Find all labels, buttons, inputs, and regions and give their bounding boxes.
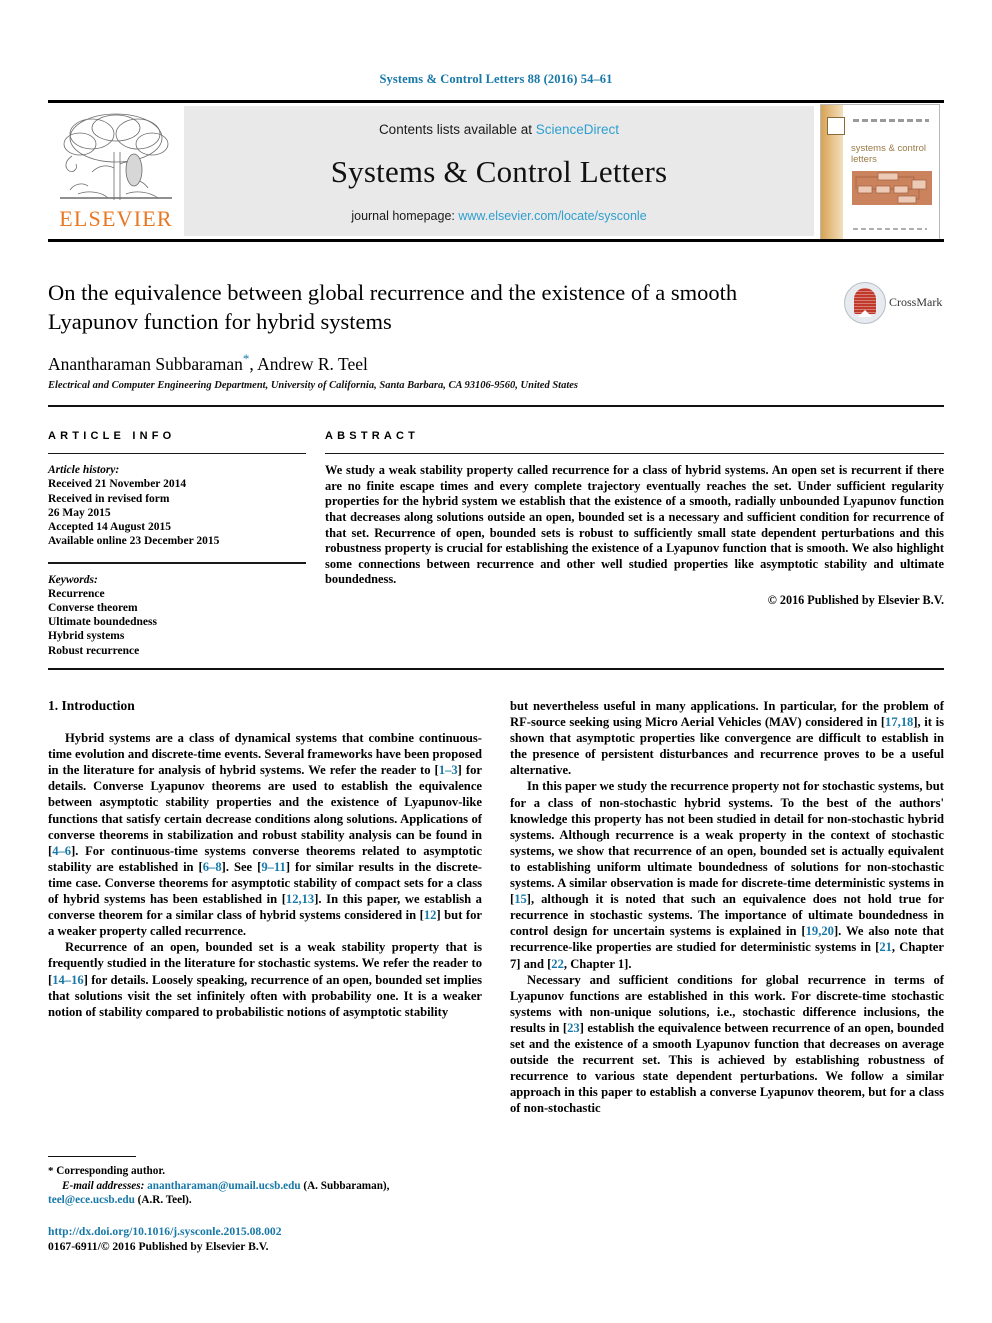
footnote-rule [48,1156,136,1158]
masthead-center-band: Contents lists available at ScienceDirec… [184,106,814,236]
article-info-rule [48,453,306,455]
citation-ref[interactable]: 22 [551,957,564,971]
sciencedirect-link[interactable]: ScienceDirect [536,122,619,137]
cover-microtext [853,119,929,122]
footnote-block: * Corresponding author. E-mail addresses… [48,1164,488,1208]
crossmark-label: CrossMark [889,295,943,309]
history-item: Received 21 November 2014 [48,478,187,491]
abstract-heading: ABSTRACT [325,430,420,442]
footnote-star-marker: * [48,1165,54,1177]
abstract-bottom-rule [48,668,944,670]
running-head: Systems & Control Letters 88 (2016) 54–6… [379,72,613,86]
abstract-column: ABSTRACT We study a weak stability prope… [325,430,944,608]
email-link-secondary[interactable]: teel@ece.ucsb.edu [48,1194,135,1206]
keywords-list: Keywords: Recurrence Converse theorem Ul… [48,573,306,658]
doi-link[interactable]: http://dx.doi.org/10.1016/j.sysconle.201… [48,1224,488,1239]
journal-masthead: ELSEVIER Contents lists available at Sci… [48,100,944,242]
text-run: In this paper we study the recurrence pr… [510,779,944,907]
journal-article-page: Systems & Control Letters 88 (2016) 54–6… [0,0,992,1323]
citation-ref[interactable]: 6–8 [203,860,222,874]
email-owner-secondary: (A.R. Teel). [134,1194,192,1207]
keyword-item: Robust recurrence [48,644,140,657]
citation-ref[interactable]: 23 [567,1021,580,1035]
cover-diagram-svg [855,172,927,204]
contents-available-line: Contents lists available at ScienceDirec… [184,122,814,137]
history-item: 26 May 2015 [48,506,111,519]
homepage-prefix: journal homepage: [351,209,459,223]
paragraph: Hybrid systems are a class of dynamical … [48,730,482,939]
keywords-rule [48,562,306,564]
keyword-item: Converse theorem [48,602,138,614]
email-link-primary[interactable]: anantharaman@umail.ucsb.edu [147,1180,300,1192]
journal-cover-thumbnail: systems & control letters [820,104,940,240]
crossmark-icon[interactable] [844,282,886,324]
body-column-left: 1. Introduction Hybrid systems are a cla… [48,698,482,1020]
issn-copyright-line: 0167-6911/© 2016 Published by Elsevier B… [48,1240,269,1253]
email-addresses-label: E-mail addresses: [62,1179,145,1192]
crossmark-arrow-icon [858,310,872,317]
author-primary: Anantharaman Subbaraman [48,353,243,374]
journal-homepage-line: journal homepage: www.elsevier.com/locat… [184,209,814,223]
corresponding-author-note: Corresponding author. [56,1165,166,1177]
masthead-top-rule [48,100,944,103]
section-heading-introduction: 1. Introduction [48,698,135,713]
citation-ref[interactable]: 12 [424,908,437,922]
elsevier-tree-icon [60,113,172,200]
article-history: Article history: Received 21 November 20… [48,463,306,548]
author-list: Anantharaman Subbaraman*, Andrew R. Teel [48,348,944,375]
history-item: Received in revised form [48,492,170,505]
history-item: Accepted 14 August 2015 [48,521,171,533]
text-run: Hybrid systems are a class of dynamical … [48,731,482,778]
journal-homepage-link[interactable]: www.elsevier.com/locate/sysconle [458,209,646,223]
elsevier-logo: ELSEVIER [50,106,180,236]
paragraph: In this paper we study the recurrence pr… [510,778,944,971]
cover-block-diagram-icon [852,171,932,205]
text-run: ] for details. Loosely speaking, recurre… [48,972,482,1019]
keyword-item: Recurrence [48,587,105,600]
title-block: On the equivalence between global recurr… [48,278,944,391]
cover-journal-title: systems & control letters [851,143,926,165]
text-run: but nevertheless useful in many applicat… [510,699,944,730]
article-history-label: Article history: [48,464,120,477]
contents-prefix: Contents lists available at [378,122,536,137]
affiliation: Electrical and Computer Engineering Depa… [48,379,579,391]
title-bottom-rule [48,405,944,407]
article-info-column: ARTICLE INFO Article history: Received 2… [48,430,306,658]
doi-block: http://dx.doi.org/10.1016/j.sysconle.201… [48,1224,488,1254]
cover-publisher-mark-icon [827,117,845,135]
text-run: , Chapter 1]. [563,956,632,971]
keyword-item: Hybrid systems [48,630,125,643]
text-run: ] establish the equivalence between recu… [510,1020,944,1116]
text-run: ]. See [ [221,859,262,874]
paragraph: Recurrence of an open, bounded set is a … [48,939,482,1019]
abstract-text: We study a weak stability property calle… [325,463,944,587]
crossmark-badge-group[interactable]: CrossMark [844,282,944,324]
body-column-right: but nevertheless useful in many applicat… [510,698,944,1116]
citation-ref[interactable]: 19,20 [806,924,834,938]
paragraph: but nevertheless useful in many applicat… [510,698,944,778]
abstract-copyright: © 2016 Published by Elsevier B.V. [767,592,944,607]
masthead-bottom-rule [48,239,944,242]
citation-ref[interactable]: 4–6 [52,844,71,858]
keyword-item: Ultimate boundedness [48,616,157,629]
keywords-label: Keywords: [48,573,98,586]
citation-ref[interactable]: 21 [879,940,892,954]
citation-ref[interactable]: 15 [514,892,527,906]
author-secondary: , Andrew R. Teel [249,353,368,374]
journal-title: Systems & Control Letters [330,154,668,189]
email-owner-primary: (A. Subbaraman), [300,1179,390,1192]
citation-ref[interactable]: 1–3 [439,763,458,777]
page-title: On the equivalence between global recurr… [48,280,738,334]
article-info-heading: ARTICLE INFO [48,430,176,442]
citation-ref[interactable]: 12,13 [286,892,314,906]
citation-ref[interactable]: 14–16 [52,973,83,987]
citation-ref[interactable]: 9–11 [261,860,286,874]
elsevier-wordmark: ELSEVIER [59,206,173,231]
history-item: Available online 23 December 2015 [48,535,220,548]
abstract-rule [325,453,944,455]
citation-ref[interactable]: 17,18 [885,715,913,729]
paragraph: Necessary and sufficient conditions for … [510,972,944,1117]
cover-footer-microtext [853,228,927,230]
